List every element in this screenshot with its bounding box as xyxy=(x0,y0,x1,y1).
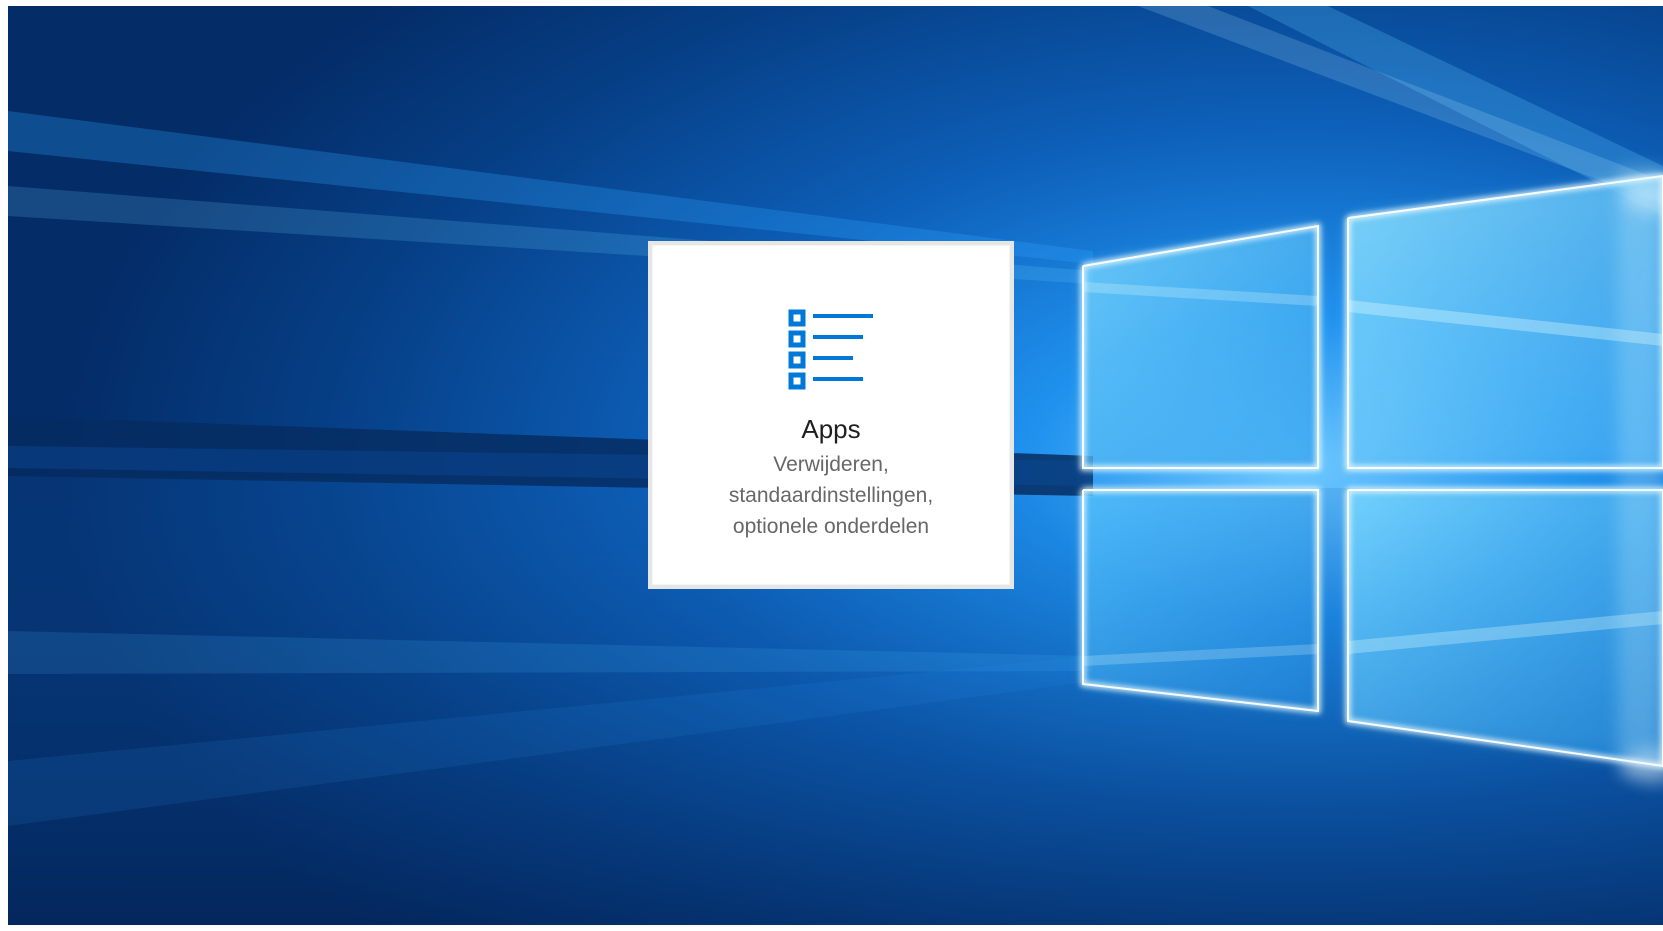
apps-tile-content: Apps Verwijderen, standaardinstellingen,… xyxy=(652,245,1010,585)
apps-settings-tile[interactable]: Apps Verwijderen, standaardinstellingen,… xyxy=(648,241,1014,589)
apps-title: Apps xyxy=(801,414,861,444)
apps-list-icon xyxy=(788,309,873,390)
apps-description: Verwijderen, standaardinstellingen, opti… xyxy=(701,449,961,542)
apps-description-line-2: standaardinstellingen, xyxy=(728,484,934,507)
apps-description-line-1: Verwijderen, xyxy=(773,453,889,476)
apps-description-line-3: optionele onderdelen xyxy=(732,515,930,538)
bottom-screen-edge xyxy=(0,925,1663,931)
